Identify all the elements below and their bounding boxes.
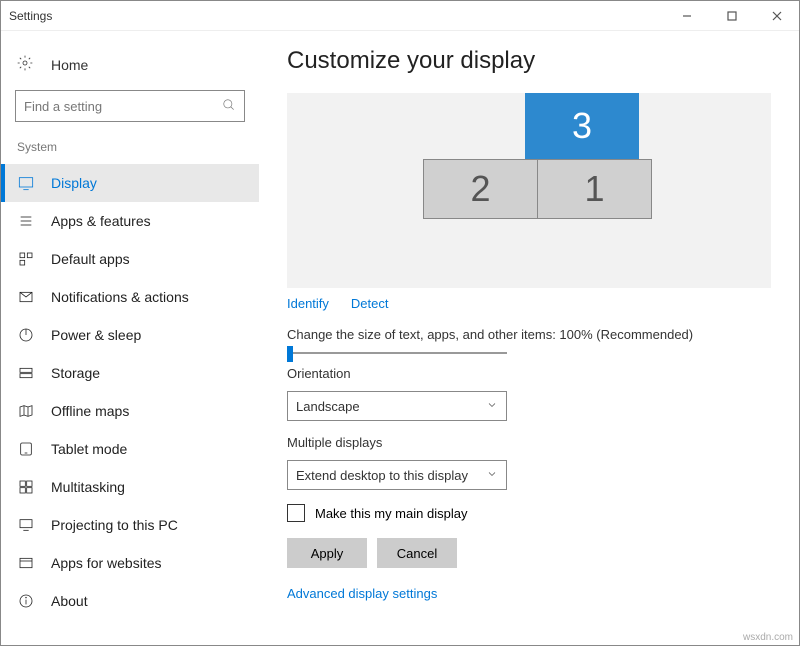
orientation-value: Landscape xyxy=(296,399,360,414)
section-label: System xyxy=(1,134,259,164)
titlebar: Settings xyxy=(1,1,799,31)
storage-icon xyxy=(17,365,35,381)
power-icon xyxy=(17,327,35,343)
nav-label: Display xyxy=(51,175,97,191)
sidebar-item-storage[interactable]: Storage xyxy=(1,354,259,392)
main-content: Customize your display 3 2 1 Identify De… xyxy=(259,31,799,645)
sidebar-item-about[interactable]: About xyxy=(1,582,259,620)
page-title: Customize your display xyxy=(287,47,771,75)
multitasking-icon xyxy=(17,479,35,495)
watermark: wsxdn.com xyxy=(743,632,793,643)
maximize-button[interactable] xyxy=(709,1,754,31)
scale-slider[interactable] xyxy=(287,352,507,354)
cancel-button[interactable]: Cancel xyxy=(377,538,457,568)
info-icon xyxy=(17,593,35,609)
close-button[interactable] xyxy=(754,1,799,31)
sidebar-item-offline-maps[interactable]: Offline maps xyxy=(1,392,259,430)
nav-label: About xyxy=(51,593,88,609)
nav-label: Apps for websites xyxy=(51,555,162,571)
slider-thumb[interactable] xyxy=(287,346,293,362)
multidisplay-value: Extend desktop to this display xyxy=(296,468,468,483)
search-placeholder: Find a setting xyxy=(24,99,102,114)
window-title: Settings xyxy=(9,9,52,23)
sidebar-item-multitasking[interactable]: Multitasking xyxy=(1,468,259,506)
nav-label: Tablet mode xyxy=(51,441,127,457)
sidebar-item-tablet-mode[interactable]: Tablet mode xyxy=(1,430,259,468)
window-controls xyxy=(664,1,799,31)
main-display-label: Make this my main display xyxy=(315,506,467,521)
nav-label: Projecting to this PC xyxy=(51,517,178,533)
home-label: Home xyxy=(51,57,88,73)
display-arrangement[interactable]: 3 2 1 xyxy=(287,93,771,288)
main-display-checkbox[interactable] xyxy=(287,504,305,522)
nav-label: Power & sleep xyxy=(51,327,141,343)
home-button[interactable]: Home xyxy=(1,47,259,90)
defaults-icon xyxy=(17,251,35,267)
sidebar-item-apps-features[interactable]: Apps & features xyxy=(1,202,259,240)
nav-label: Default apps xyxy=(51,251,130,267)
advanced-settings-link[interactable]: Advanced display settings xyxy=(287,586,771,601)
identify-link[interactable]: Identify xyxy=(287,296,329,311)
detect-link[interactable]: Detect xyxy=(351,296,389,311)
list-icon xyxy=(17,213,35,229)
multidisplay-dropdown[interactable]: Extend desktop to this display xyxy=(287,460,507,490)
sidebar: Home Find a setting System Display Apps … xyxy=(1,31,259,645)
sidebar-item-notifications[interactable]: Notifications & actions xyxy=(1,278,259,316)
nav-label: Apps & features xyxy=(51,213,151,229)
search-icon xyxy=(222,98,236,115)
sidebar-item-display[interactable]: Display xyxy=(1,164,259,202)
monitor-3[interactable]: 3 xyxy=(525,93,639,159)
minimize-button[interactable] xyxy=(664,1,709,31)
scale-label: Change the size of text, apps, and other… xyxy=(287,327,771,342)
sidebar-item-power-sleep[interactable]: Power & sleep xyxy=(1,316,259,354)
search-input[interactable]: Find a setting xyxy=(15,90,245,122)
nav-label: Offline maps xyxy=(51,403,129,419)
notification-icon xyxy=(17,289,35,305)
monitor-icon xyxy=(17,175,35,191)
sidebar-item-apps-websites[interactable]: Apps for websites xyxy=(1,544,259,582)
nav-label: Storage xyxy=(51,365,100,381)
map-icon xyxy=(17,403,35,419)
sidebar-item-default-apps[interactable]: Default apps xyxy=(1,240,259,278)
apps-websites-icon xyxy=(17,555,35,571)
nav-label: Multitasking xyxy=(51,479,125,495)
gear-icon xyxy=(17,55,35,74)
apply-button[interactable]: Apply xyxy=(287,538,367,568)
chevron-down-icon xyxy=(486,468,498,483)
monitor-2[interactable]: 2 xyxy=(423,159,538,219)
orientation-dropdown[interactable]: Landscape xyxy=(287,391,507,421)
nav-label: Notifications & actions xyxy=(51,289,189,305)
sidebar-item-projecting[interactable]: Projecting to this PC xyxy=(1,506,259,544)
tablet-icon xyxy=(17,441,35,457)
multidisplay-label: Multiple displays xyxy=(287,435,771,450)
projecting-icon xyxy=(17,517,35,533)
orientation-label: Orientation xyxy=(287,366,771,381)
chevron-down-icon xyxy=(486,399,498,414)
monitor-1[interactable]: 1 xyxy=(537,159,652,219)
